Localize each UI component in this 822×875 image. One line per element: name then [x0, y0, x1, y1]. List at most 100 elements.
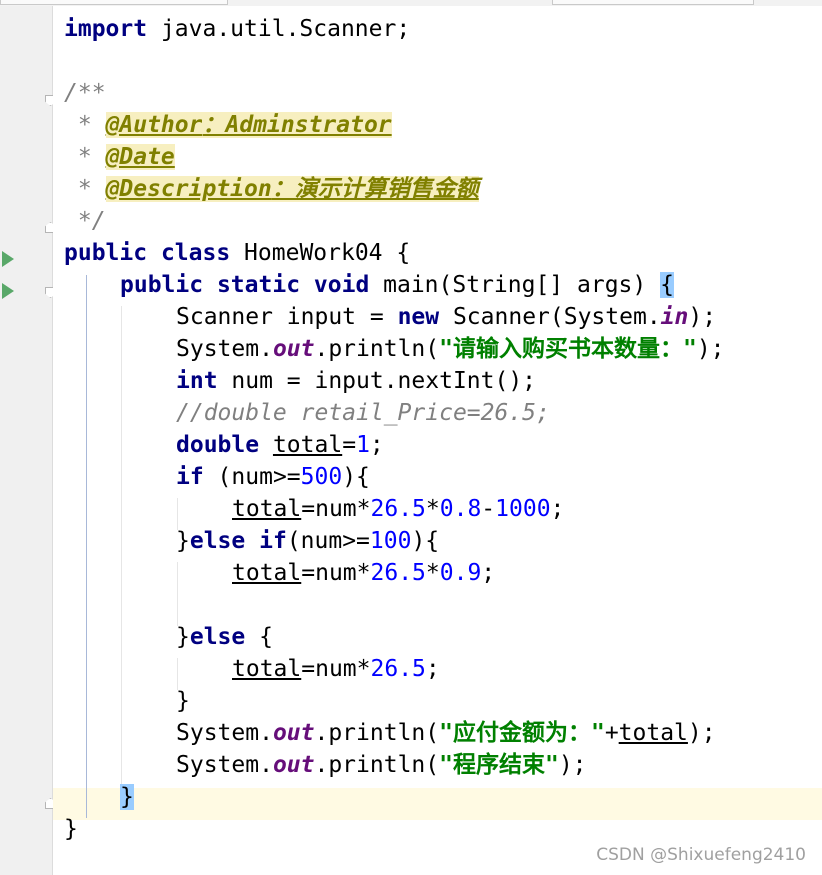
code-text: HomeWork04 { [230, 240, 411, 266]
code-text: =num* [301, 496, 371, 522]
code-text: java.util.Scanner; [147, 16, 411, 42]
indent-guide [121, 306, 122, 786]
doc-tag-value: ：Adminstrator [202, 112, 392, 138]
doc-star: * [64, 144, 106, 170]
editor-tab[interactable] [0, 0, 228, 5]
reassigned-variable: total [272, 432, 343, 458]
code-line-else-if[interactable]: }else if(num>=100){ [176, 525, 439, 557]
reassigned-variable: total [618, 720, 688, 746]
code-text: ){ [342, 464, 370, 490]
string-literal: "请输入购买书本数量：" [439, 336, 697, 362]
code-text: System. [176, 720, 273, 746]
code-text: ); [696, 336, 725, 362]
code-text: * [425, 496, 440, 522]
keyword: void [313, 272, 370, 298]
number-literal: 26.5 [370, 560, 426, 586]
code-line-read-num[interactable]: int num = input.nextInt(); [176, 365, 536, 397]
keyword: static [216, 272, 301, 298]
code-line-close-class[interactable]: } [64, 813, 78, 845]
doc-comment: */ [64, 208, 106, 234]
code-text: } [176, 688, 190, 714]
code-line-doc-open[interactable]: /** [64, 77, 106, 109]
doc-comment: /** [64, 80, 106, 106]
code-text: ; [425, 656, 440, 682]
code-text: .println( [314, 336, 440, 362]
number-literal: 1 [356, 432, 370, 458]
code-text: num = input.nextInt(); [217, 368, 537, 394]
code-text: .println( [314, 720, 440, 746]
code-line-close-main[interactable]: } [120, 781, 134, 813]
code-text: =num* [301, 656, 371, 682]
keyword: if [259, 528, 287, 554]
code-text: main(String[] args) [369, 272, 661, 298]
code-line-description[interactable]: * @Description：演示计算销售金额 [64, 173, 479, 205]
code-line-if[interactable]: if (num>=500){ [176, 461, 370, 493]
code-text: ); [688, 304, 717, 330]
string-literal: "应付金额为：" [439, 720, 605, 746]
number-literal: 0.9 [439, 560, 482, 586]
number-literal: 26.5 [370, 496, 426, 522]
keyword: public [120, 272, 204, 298]
code-text: System. [176, 752, 273, 778]
code-line-total-default[interactable]: total=num*26.5; [232, 653, 440, 685]
doc-star: * [64, 176, 106, 202]
code-text: ; [481, 560, 496, 586]
code-line-class[interactable]: public class HomeWork04 { [64, 237, 410, 269]
code-text: ); [558, 752, 587, 778]
code-line-print-prompt[interactable]: System.out.println("请输入购买书本数量："); [176, 333, 725, 365]
editor-tab[interactable] [552, 0, 754, 5]
code-text: = [342, 432, 357, 458]
code-text: } [176, 624, 190, 650]
method-scope-bar [86, 275, 87, 818]
code-line-scanner[interactable]: Scanner input = new Scanner(System.in); [176, 301, 716, 333]
keyword: import [64, 16, 148, 42]
code-line-print-total[interactable]: System.out.println("应付金额为："+total); [176, 717, 716, 749]
code-line-doc-close[interactable]: */ [64, 205, 106, 237]
doc-tag-date: @Date [105, 144, 175, 170]
static-field: out [272, 720, 315, 746]
code-line-else[interactable]: }else { [176, 621, 273, 653]
code-line-import[interactable]: import java.util.Scanner; [64, 13, 410, 45]
keyword: public [64, 240, 148, 266]
doc-tag-author: @Author [105, 112, 203, 138]
code-text: } [64, 816, 78, 842]
code-text: .println( [314, 752, 440, 778]
number-literal: 26.5 [370, 656, 426, 682]
code-text: } [176, 528, 190, 554]
keyword: new [397, 304, 440, 330]
code-text: =num* [301, 560, 371, 586]
code-line-author[interactable]: * @Author：Adminstrator [64, 109, 392, 141]
code-text: ); [687, 720, 716, 746]
doc-star: * [64, 112, 106, 138]
code-text: (num>= [203, 464, 301, 490]
editor-gutter[interactable] [0, 6, 56, 875]
keyword: double [176, 432, 260, 458]
code-text: ; [550, 496, 565, 522]
code-text: Scanner input = [176, 304, 398, 330]
code-line-main[interactable]: public static void main(String[] args) { [120, 269, 674, 301]
number-literal: 500 [300, 464, 343, 490]
code-line-close-if[interactable]: } [176, 685, 190, 717]
run-main-icon[interactable] [2, 283, 14, 299]
number-literal: 100 [369, 528, 412, 554]
static-field: out [272, 752, 315, 778]
code-line-total-100[interactable]: total=num*26.5*0.9; [232, 557, 495, 589]
code-line-comment[interactable]: //double retail_Price=26.5; [176, 397, 550, 429]
reassigned-variable: total [232, 560, 302, 586]
doc-tag-value: ：演示计算销售金额 [271, 176, 479, 202]
number-literal: 0.8 [439, 496, 482, 522]
code-line-date[interactable]: * @Date [64, 141, 175, 173]
run-class-icon[interactable] [2, 251, 14, 267]
code-text: (num>= [286, 528, 370, 554]
line-comment: //double retail_Price=26.5; [176, 400, 550, 426]
code-line-total-500[interactable]: total=num*26.5*0.8-1000; [232, 493, 564, 525]
code-line-print-end[interactable]: System.out.println("程序结束"); [176, 749, 587, 781]
static-field: out [272, 336, 315, 362]
code-text: Scanner(System. [439, 304, 661, 330]
current-line-highlight [53, 788, 822, 820]
keyword: if [176, 464, 204, 490]
indent-guide [177, 562, 178, 626]
string-literal: "程序结束" [439, 752, 559, 778]
code-line-total-decl[interactable]: double total=1; [176, 429, 384, 461]
doc-tag-description: @Description [105, 176, 272, 202]
